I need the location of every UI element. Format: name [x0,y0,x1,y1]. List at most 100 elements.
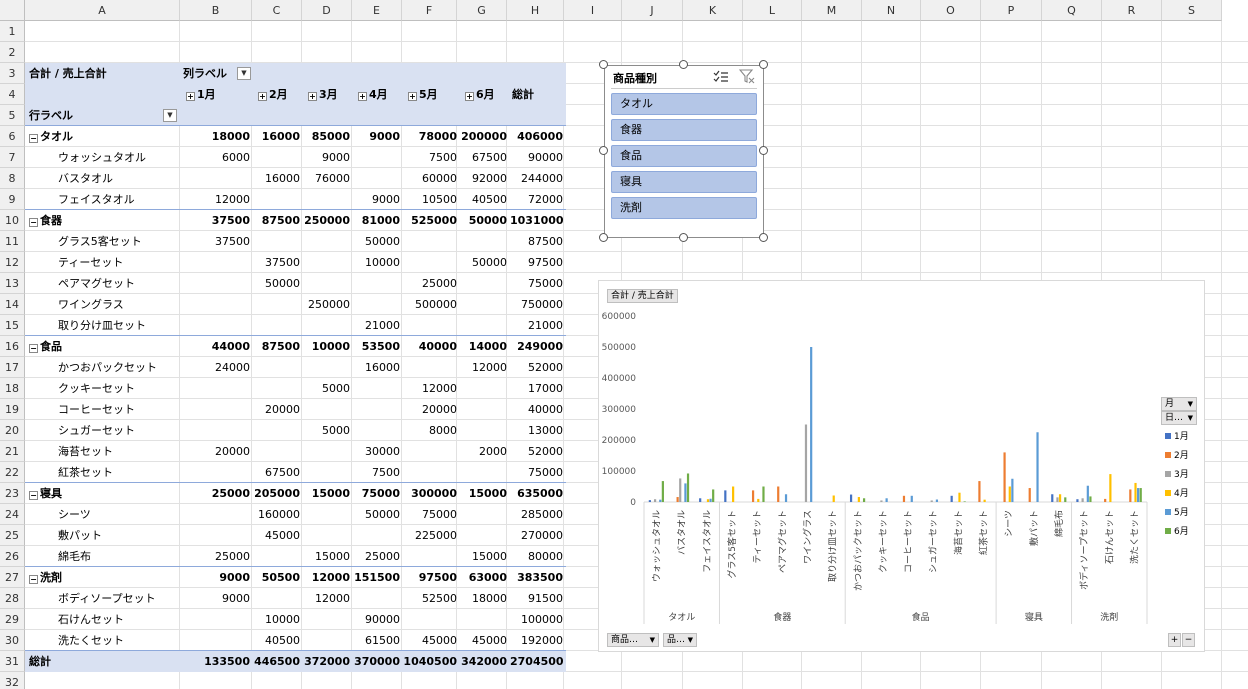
row-header[interactable]: 11 [0,231,25,252]
item-row-label[interactable]: フェイスタオル [58,189,178,210]
item-row-label[interactable]: ボディソープセット [58,588,178,609]
legend-entry[interactable]: 3月 [1165,467,1189,480]
column-header[interactable]: I [564,0,622,21]
row-header[interactable]: 19 [0,399,25,420]
column-header[interactable]: H [507,0,564,21]
expand-icon[interactable]: + [308,92,317,101]
category-row-label[interactable]: − 食器 [29,210,62,231]
column-header[interactable]: E [352,0,402,21]
row-header[interactable]: 30 [0,630,25,651]
row-header[interactable]: 26 [0,546,25,567]
row-header[interactable]: 14 [0,294,25,315]
category-row-label[interactable]: − 食品 [29,336,62,357]
item-row-label[interactable]: クッキーセット [58,378,178,399]
column-header[interactable]: B [180,0,252,21]
legend-entry[interactable]: 5月 [1165,505,1189,518]
legend-entry[interactable]: 1月 [1165,429,1189,442]
collapse-icon[interactable]: − [29,218,38,227]
expand-icon[interactable]: + [358,92,367,101]
row-header[interactable]: 1 [0,21,25,42]
column-header[interactable]: Q [1042,0,1102,21]
item-row-label[interactable]: 海苔セット [58,441,178,462]
row-header[interactable]: 27 [0,567,25,588]
row-header[interactable]: 24 [0,504,25,525]
legend-field-button[interactable]: 日… ▼ [1161,411,1197,425]
expand-icon[interactable]: + [408,92,417,101]
row-header[interactable]: 6 [0,126,25,147]
row-header[interactable]: 20 [0,420,25,441]
item-row-label[interactable]: グラス5客セット [58,231,178,252]
collapse-icon[interactable]: − [29,344,38,353]
collapse-field-button[interactable]: − [1182,633,1195,647]
resize-handle[interactable] [759,146,768,155]
month-header[interactable]: +1月 [186,84,216,105]
collapse-icon[interactable]: − [29,575,38,584]
slicer-item[interactable]: 寝具 [611,171,757,193]
item-row-label[interactable]: 石けんセット [58,609,178,630]
row-header[interactable]: 29 [0,609,25,630]
axis-field-button[interactable]: 商品… ▼ [607,633,659,647]
item-row-label[interactable]: 洗たくセット [58,630,178,651]
item-row-label[interactable]: 綿毛布 [58,546,178,567]
multi-select-icon[interactable] [713,70,729,84]
row-header[interactable]: 18 [0,378,25,399]
resize-handle[interactable] [759,60,768,69]
row-header[interactable]: 22 [0,462,25,483]
item-row-label[interactable]: かつおパックセット [58,357,178,378]
collapse-icon[interactable]: − [29,491,38,500]
row-header[interactable]: 32 [0,672,25,689]
item-row-label[interactable]: 敷パット [58,525,178,546]
clear-filter-icon[interactable] [738,69,755,84]
row-header[interactable]: 8 [0,168,25,189]
month-header[interactable]: +6月 [465,84,495,105]
column-header[interactable]: F [402,0,457,21]
row-header[interactable]: 16 [0,336,25,357]
row-header[interactable]: 2 [0,42,25,63]
item-row-label[interactable]: 紅茶セット [58,462,178,483]
select-all-corner[interactable] [0,0,25,21]
axis-field-button[interactable]: 品… ▼ [663,633,697,647]
row-header[interactable]: 3 [0,63,25,84]
column-header[interactable]: L [743,0,802,21]
row-header[interactable]: 25 [0,525,25,546]
expand-icon[interactable]: + [186,92,195,101]
category-slicer[interactable]: 商品種別 タオル 食器 食品 寝具 洗剤 [604,65,764,238]
month-header[interactable]: +3月 [308,84,338,105]
item-row-label[interactable]: コーヒーセット [58,399,178,420]
legend-entry[interactable]: 2月 [1165,448,1189,461]
month-header[interactable]: +2月 [258,84,288,105]
resize-handle[interactable] [599,146,608,155]
column-header[interactable]: A [25,0,180,21]
row-header[interactable]: 15 [0,315,25,336]
slicer-item[interactable]: タオル [611,93,757,115]
row-filter-dropdown[interactable]: ▼ [163,109,177,122]
column-header[interactable]: N [862,0,921,21]
category-row-label[interactable]: − 洗剤 [29,567,62,588]
column-header[interactable]: R [1102,0,1162,21]
column-header[interactable]: M [802,0,862,21]
resize-handle[interactable] [599,233,608,242]
expand-icon[interactable]: + [465,92,474,101]
expand-icon[interactable]: + [258,92,267,101]
row-header[interactable]: 4 [0,84,25,105]
row-header[interactable]: 13 [0,273,25,294]
slicer-item[interactable]: 食品 [611,145,757,167]
item-row-label[interactable]: 取り分け皿セット [58,315,178,336]
month-header[interactable]: +4月 [358,84,388,105]
item-row-label[interactable]: ワイングラス [58,294,178,315]
row-header[interactable]: 23 [0,483,25,504]
row-header[interactable]: 7 [0,147,25,168]
legend-field-button[interactable]: 月 ▼ [1161,397,1197,411]
category-row-label[interactable]: − タオル [29,126,73,147]
column-header[interactable]: P [981,0,1042,21]
collapse-icon[interactable]: − [29,134,38,143]
item-row-label[interactable]: ティーセット [58,252,178,273]
item-row-label[interactable]: ウォッシュタオル [58,147,178,168]
expand-field-button[interactable]: + [1168,633,1181,647]
row-header[interactable]: 31 [0,651,25,672]
item-row-label[interactable]: シュガーセット [58,420,178,441]
row-header[interactable]: 21 [0,441,25,462]
column-header[interactable]: J [622,0,683,21]
row-header[interactable]: 10 [0,210,25,231]
resize-handle[interactable] [679,60,688,69]
